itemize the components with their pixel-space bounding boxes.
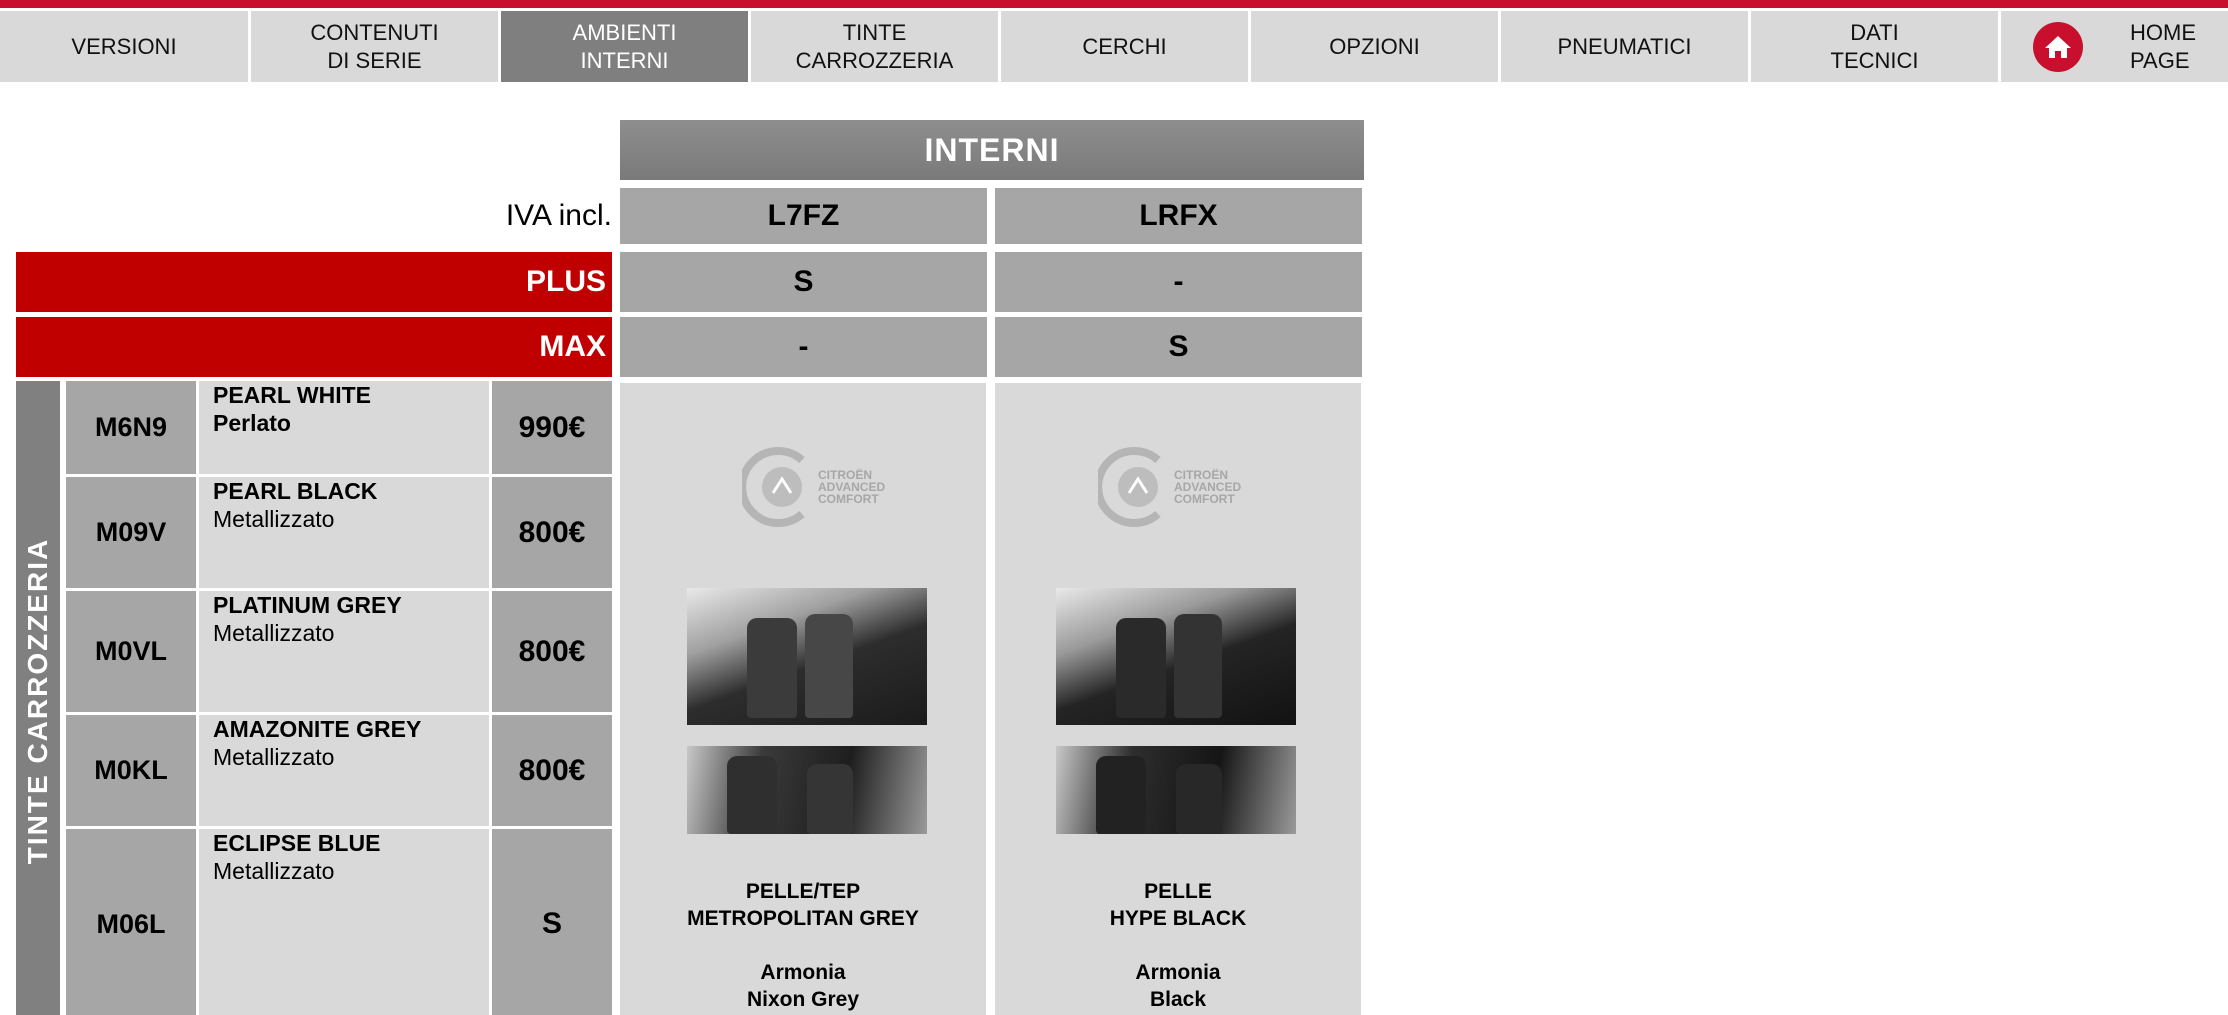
paint-code: M0VL	[66, 591, 196, 712]
trim-max-lrfx: S	[995, 317, 1362, 377]
trim-plus-l7fz: S	[620, 252, 987, 312]
nav-pneumatici[interactable]: PNEUMATICI	[1501, 11, 1748, 82]
house-icon	[2033, 21, 2083, 72]
paint-price: 800€	[492, 715, 612, 826]
paint-price: 990€	[492, 381, 612, 474]
interior-ambience: Armonia Black	[1135, 961, 1221, 1011]
paint-code: M6N9	[66, 381, 196, 474]
nav-tinte-carrozzeria[interactable]: TINTE CARROZZERIA	[751, 11, 998, 82]
interior-panel-lrfx: CITROËN ADVANCED COMFORT PELLE HYPE BLAC…	[995, 383, 1361, 1015]
interior-panel-l7fz: CITROËN ADVANCED COMFORT PELLE/TEP METRO…	[620, 383, 986, 1015]
nav-opzioni[interactable]: OPZIONI	[1251, 11, 1498, 82]
paint-name: PEARL WHITE Perlato	[199, 381, 489, 474]
interior-ambience: Armonia Nixon Grey	[746, 961, 860, 1011]
iva-label: IVA incl.	[505, 199, 612, 232]
interior-photo-side	[1056, 746, 1296, 834]
citroen-logo-icon	[742, 447, 805, 527]
trim-max-l7fz: -	[620, 317, 987, 377]
nav-cerchi[interactable]: CERCHI	[1001, 11, 1248, 82]
paint-name: PEARL BLACK Metallizzato	[199, 477, 489, 588]
column-header-lrfx: LRFX	[995, 188, 1362, 244]
paint-price: 800€	[492, 477, 612, 588]
advanced-comfort-logo: CITROËN ADVANCED COMFORT	[1098, 446, 1241, 528]
interni-header: INTERNI	[620, 120, 1364, 180]
iva-label-cell: IVA incl.	[16, 188, 612, 244]
paint-code: M06L	[66, 829, 196, 1015]
interior-material: PELLE HYPE BLACK	[1109, 880, 1247, 930]
interior-photo-side	[687, 746, 927, 834]
interior-photo-front	[1056, 588, 1296, 725]
interior-photo-front	[687, 588, 927, 725]
section-label-tinte-carrozzeria: TINTE CARROZZERIA	[16, 381, 60, 1015]
trim-label-max: MAX	[16, 317, 612, 377]
trim-plus-lrfx: -	[995, 252, 1362, 312]
top-accent-bar	[0, 0, 2228, 8]
paint-price: S	[492, 829, 612, 1015]
paint-name: AMAZONITE GREY Metallizzato	[199, 715, 489, 826]
main-navigation: VERSIONI CONTENUTI DI SERIE AMBIENTI INT…	[0, 11, 2228, 82]
paint-code: M09V	[66, 477, 196, 588]
nav-versioni[interactable]: VERSIONI	[0, 11, 248, 82]
nav-ambienti-interni[interactable]: AMBIENTI INTERNI	[501, 11, 748, 82]
nav-home-page[interactable]: HOME PAGE	[2001, 11, 2228, 82]
paint-price: 800€	[492, 591, 612, 712]
interior-material: PELLE/TEP METROPOLITAN GREY	[687, 880, 919, 930]
paint-name: PLATINUM GREY Metallizzato	[199, 591, 489, 712]
nav-dati-tecnici[interactable]: DATI TECNICI	[1751, 11, 1998, 82]
column-header-l7fz: L7FZ	[620, 188, 987, 244]
citroen-logo-icon	[1098, 447, 1161, 527]
trim-label-plus: PLUS	[16, 252, 612, 312]
nav-contenuti-di-serie[interactable]: CONTENUTI DI SERIE	[251, 11, 498, 82]
paint-name: ECLIPSE BLUE Metallizzato	[199, 829, 489, 1015]
advanced-comfort-logo: CITROËN ADVANCED COMFORT	[742, 446, 885, 528]
paint-code: M0KL	[66, 715, 196, 826]
